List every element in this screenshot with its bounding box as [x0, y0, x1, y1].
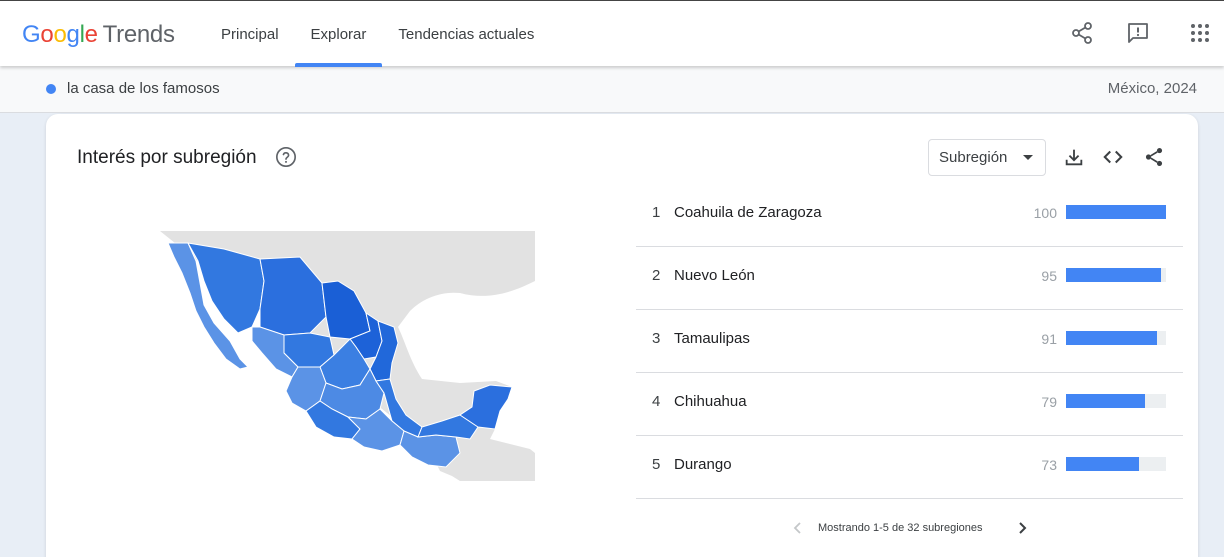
logo-letter: e [84, 21, 98, 48]
logo-letter: g [66, 21, 80, 48]
logo-letter: o [40, 21, 54, 48]
card-title: Interés por subregión [77, 147, 257, 168]
chevron-right-icon[interactable] [1014, 520, 1030, 536]
share-icon[interactable] [1143, 146, 1165, 168]
feedback-icon[interactable] [1126, 21, 1150, 45]
interest-value: 100 [1033, 205, 1057, 221]
rank-number: 1 [652, 204, 661, 221]
interest-bar [1066, 457, 1139, 471]
apps-grid-icon[interactable] [1188, 21, 1212, 45]
logo-letter: o [53, 21, 67, 48]
series-color-dot [46, 84, 56, 94]
ranking-row[interactable]: 3 Tamaulipas 91 [636, 310, 1183, 373]
interest-by-subregion-card: Interés por subregión Subregión 1 Coahui… [46, 114, 1198, 557]
tab-explorar[interactable]: Explorar [294, 1, 383, 67]
interest-bar-track [1066, 457, 1166, 471]
rank-number: 3 [652, 330, 661, 347]
interest-bar-track [1066, 205, 1166, 219]
resolution-dropdown[interactable]: Subregión [928, 139, 1046, 176]
top-app-bar: Google Trends Principal Explorar Tendenci… [0, 0, 1224, 67]
rank-number: 4 [652, 393, 661, 410]
region-name: Tamaulipas [674, 330, 750, 347]
interest-value: 91 [1041, 331, 1057, 347]
ranking-row[interactable]: 5 Durango 73 [636, 436, 1183, 499]
search-term[interactable]: la casa de los famosos [67, 80, 220, 97]
region-name: Durango [674, 456, 732, 473]
ranking-row[interactable]: 4 Chihuahua 79 [636, 373, 1183, 436]
interest-bar [1066, 394, 1145, 408]
mexico-subregion-map[interactable] [160, 231, 535, 481]
caret-down-icon [1023, 155, 1033, 160]
share-icon[interactable] [1070, 21, 1094, 45]
logo-trends-text: Trends [102, 21, 175, 48]
download-icon[interactable] [1063, 146, 1085, 168]
dropdown-selected: Subregión [939, 149, 1008, 166]
pagination: Mostrando 1-5 de 32 subregiones [788, 518, 1038, 540]
google-trends-logo[interactable]: Google Trends [22, 21, 175, 49]
chevron-left-icon[interactable] [790, 520, 806, 536]
tab-principal[interactable]: Principal [205, 1, 295, 67]
subregion-ranking-list: 1 Coahuila de Zaragoza 100 2 Nuevo León … [636, 184, 1183, 499]
pagination-label: Mostrando 1-5 de 32 subregiones [818, 522, 983, 534]
embed-code-icon[interactable] [1102, 146, 1124, 168]
interest-bar [1066, 205, 1166, 219]
region-name: Nuevo León [674, 267, 755, 284]
main-nav: Principal Explorar Tendencias actuales [205, 1, 550, 67]
help-icon[interactable] [275, 146, 297, 168]
tab-tendencias-actuales[interactable]: Tendencias actuales [382, 1, 550, 67]
ranking-row[interactable]: 2 Nuevo León 95 [636, 247, 1183, 310]
rank-number: 2 [652, 267, 661, 284]
interest-value: 95 [1041, 268, 1057, 284]
region-name: Chihuahua [674, 393, 747, 410]
ranking-row[interactable]: 1 Coahuila de Zaragoza 100 [636, 184, 1183, 247]
interest-bar-track [1066, 394, 1166, 408]
rank-number: 5 [652, 456, 661, 473]
region-date-label: México, 2024 [1107, 80, 1197, 97]
interest-bar [1066, 331, 1157, 345]
query-summary-bar: la casa de los famosos México, 2024 [0, 66, 1224, 113]
interest-bar-track [1066, 268, 1166, 282]
interest-value: 79 [1041, 394, 1057, 410]
logo-letter: G [22, 21, 41, 48]
interest-bar-track [1066, 331, 1166, 345]
interest-value: 73 [1041, 457, 1057, 473]
interest-bar [1066, 268, 1161, 282]
region-name: Coahuila de Zaragoza [674, 204, 822, 221]
